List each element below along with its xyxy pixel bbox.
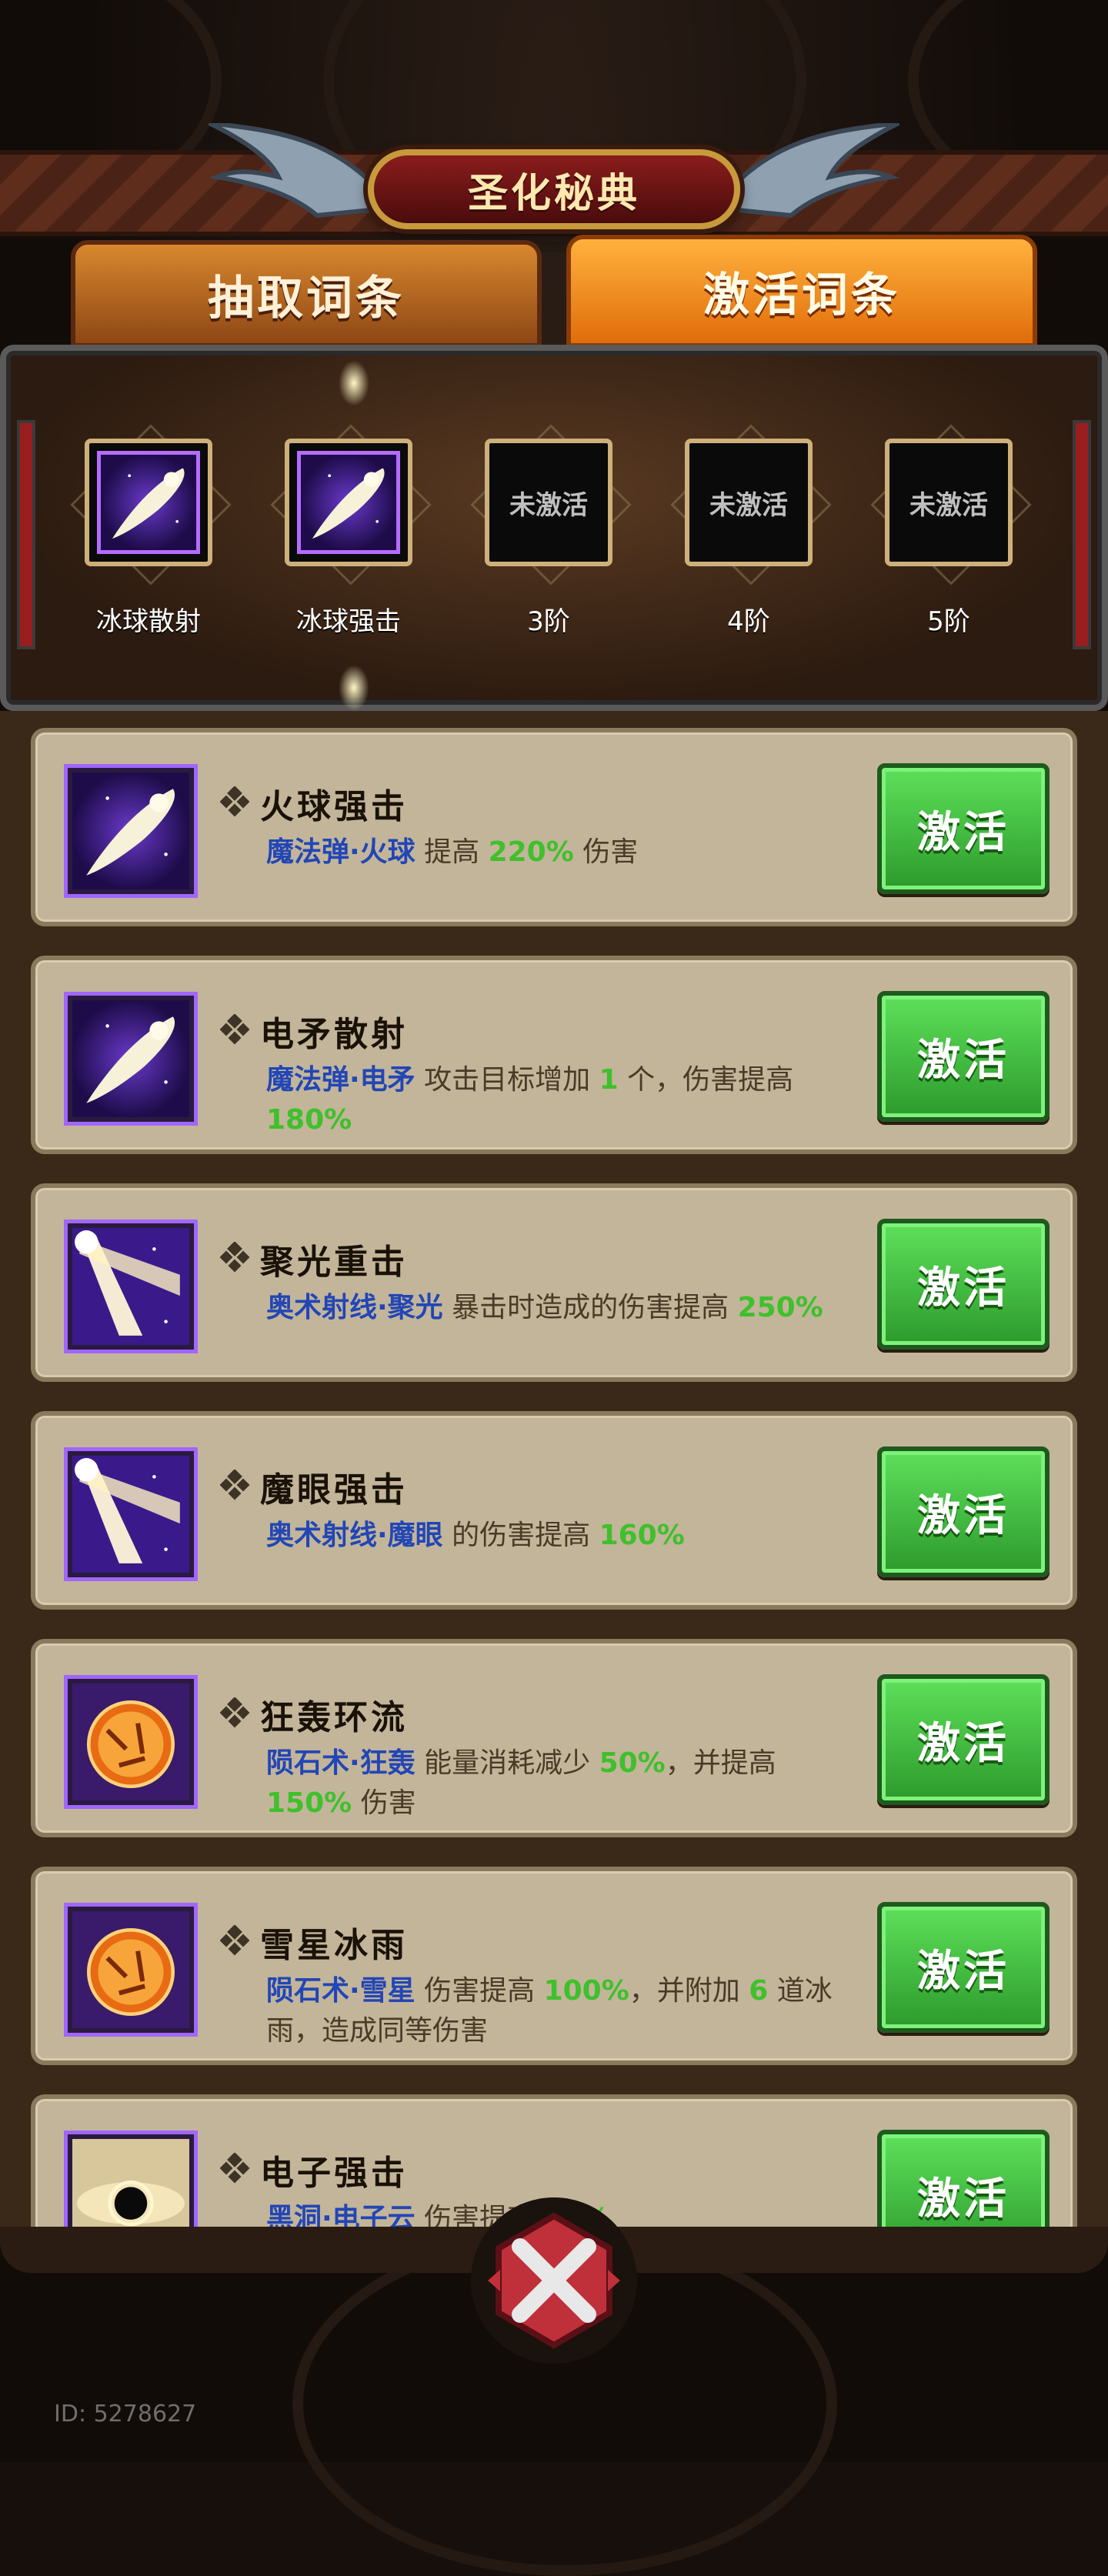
entry-name: 雪星冰雨 [260, 1926, 408, 1965]
meteor-icon [64, 1903, 198, 2037]
entry-name: 狂轰环流 [260, 1698, 408, 1737]
close-button[interactable] [466, 2193, 642, 2368]
magic-missile-icon [64, 764, 198, 898]
tab-draw-entries[interactable]: 抽取词条 [71, 240, 542, 348]
desc-text: 提高 [415, 836, 489, 868]
desc-text: 暴击时造成的伤害提高 [442, 1292, 738, 1323]
magic-missile-icon [64, 992, 198, 1126]
desc-num: 1 [599, 1064, 619, 1096]
slot-tier-3[interactable]: 未激活 [470, 424, 632, 586]
entry-description: 奥术射线·魔眼 的伤害提高 160% [266, 1516, 859, 1556]
slot-tier-2[interactable] [270, 424, 432, 586]
entry-name: 聚光重击 [260, 1243, 408, 1282]
entry-name: 魔眼强击 [260, 1470, 408, 1510]
slot-tier-4[interactable]: 未激活 [670, 424, 832, 586]
activate-button[interactable]: 激活 [877, 1219, 1050, 1350]
desc-num: 150% [266, 1787, 352, 1819]
desc-num: 180% [266, 1104, 352, 1136]
glow-sparkle [339, 360, 369, 406]
entry-card: 雪星冰雨陨石术·雪星 伤害提高 100%，并附加 6 道冰雨，造成同等伤害 激活 [31, 1867, 1077, 2065]
ice-comet-icon [97, 451, 200, 554]
slot-label: 4阶 [727, 606, 770, 637]
desc-text: 能量消耗减少 [415, 1747, 599, 1779]
entry-card: 聚光重击奥术射线·聚光 暴击时造成的伤害提高 250% 激活 [31, 1183, 1077, 1382]
glow-sparkle [339, 665, 369, 711]
tab-activate-entries[interactable]: 激活词条 [566, 235, 1037, 348]
diamond-bullet-icon [220, 1697, 250, 1728]
slot-label: 冰球强击 [296, 606, 401, 637]
slot-label: 冰球散射 [96, 606, 201, 637]
entry-card: 火球强击 魔法弹·火球 提高 220% 伤害 激活 [31, 728, 1077, 926]
slot-label: 5阶 [927, 606, 970, 637]
activate-button[interactable]: 激活 [877, 1674, 1050, 1805]
diamond-bullet-icon [220, 1470, 250, 1500]
activate-button[interactable]: 激活 [877, 1902, 1050, 2033]
arcane-beam-icon [64, 1220, 198, 1353]
slot-tier-5[interactable]: 未激活 [870, 424, 1032, 586]
entry-description: 陨石术·狂轰 能量消耗减少 50%，并提高 150% 伤害 [266, 1743, 859, 1824]
diamond-bullet-icon [220, 786, 250, 817]
desc-num: 6 [749, 1975, 769, 2007]
slot-label: 3阶 [527, 606, 570, 637]
desc-text: 伤害 [352, 1787, 416, 1819]
player-id: ID: 5278627 [54, 2401, 197, 2428]
panel-left-ornament [17, 420, 35, 649]
black-hole-icon [64, 2131, 198, 2227]
desc-num: 100% [543, 1975, 629, 2007]
desc-text: 伤害 [573, 836, 639, 868]
activate-button[interactable]: 激活 [877, 763, 1050, 894]
arcane-beam-icon [64, 1447, 198, 1581]
diamond-bullet-icon [220, 1242, 250, 1273]
page-title: 圣化秘典 [467, 170, 640, 217]
entry-card: 电矛散射 魔法弹·电矛 攻击目标增加 1 个，伤害提高 180% 激活 [31, 956, 1077, 1154]
entry-list[interactable]: 火球强击 魔法弹·火球 提高 220% 伤害 激活 电矛散射 魔法弹·电矛 攻击目标增加… [0, 711, 1108, 2227]
desc-text: ，并附加 [629, 1975, 749, 2007]
entry-description: 魔法弹·电矛 攻击目标增加 1 个，伤害提高 180% [266, 1060, 859, 1140]
desc-num: 160% [599, 1520, 685, 1551]
activate-button[interactable]: 激活 [877, 1446, 1050, 1577]
entry-description: 陨石术·雪星 伤害提高 100%，并附加 6 道冰雨，造成同等伤害 [266, 1971, 859, 2051]
title-plate: 圣化秘典 [368, 149, 740, 229]
entry-name: 火球强击 [260, 787, 408, 826]
desc-skill: 魔法弹·火球 [266, 836, 416, 868]
slot-tier-1[interactable] [70, 424, 232, 586]
diamond-bullet-icon [220, 2153, 250, 2184]
slot-locked-text: 未激活 [909, 489, 988, 521]
desc-skill: 奥术射线·魔眼 [266, 1520, 443, 1551]
slot-locked-text: 未激活 [509, 489, 588, 521]
desc-skill: 奥术射线·聚光 [266, 1292, 443, 1323]
activate-button[interactable]: 激活 [877, 991, 1050, 1122]
desc-text: ，并提高 [665, 1747, 776, 1779]
panel-right-ornament [1073, 420, 1091, 649]
desc-text: 攻击目标增加 [415, 1064, 599, 1096]
meteor-icon [64, 1675, 198, 1809]
diamond-bullet-icon [220, 1014, 250, 1045]
desc-skill: 魔法弹·电矛 [266, 1064, 416, 1096]
entry-description: 魔法弹·火球 提高 220% 伤害 [266, 833, 859, 873]
activate-button[interactable]: 激活 [877, 2130, 1050, 2227]
entry-card: 魔眼强击奥术射线·魔眼 的伤害提高 160% 激活 [31, 1411, 1077, 1610]
desc-text: 个，伤害提高 [618, 1064, 794, 1096]
entry-name: 电子强击 [260, 2154, 408, 2193]
desc-num: 250% [737, 1292, 823, 1323]
desc-skill: 黑洞·电子云 [266, 2203, 416, 2227]
desc-num: 220% [488, 836, 574, 868]
desc-skill: 陨石术·雪星 [266, 1975, 416, 2007]
entry-name: 电矛散射 [260, 1015, 408, 1054]
ice-comet-icon [297, 451, 400, 554]
desc-skill: 陨石术·狂轰 [266, 1747, 416, 1779]
diamond-bullet-icon [220, 1925, 250, 1956]
desc-text: 伤害提高 [415, 1975, 544, 2007]
desc-text: 的伤害提高 [442, 1520, 599, 1551]
desc-num: 50% [599, 1747, 666, 1779]
entry-card: 狂轰环流 陨石术·狂轰 能量消耗减少 50%，并提高 150% 伤害 激活 [31, 1639, 1077, 1837]
slot-locked-text: 未激活 [709, 489, 788, 521]
entry-description: 奥术射线·聚光 暴击时造成的伤害提高 250% [266, 1288, 859, 1328]
